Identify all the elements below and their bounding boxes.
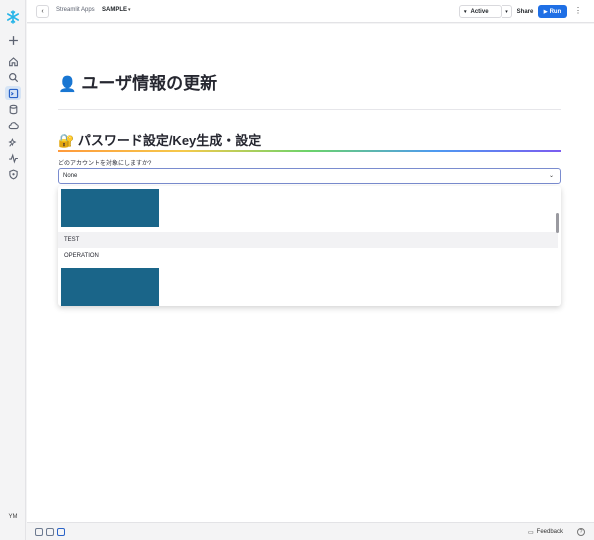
dropdown-scrollbar[interactable]	[556, 213, 559, 233]
chevron-down-icon: ⌄	[548, 173, 554, 179]
comment-icon: ▭	[528, 529, 534, 536]
panel-right-icon[interactable]	[57, 528, 65, 536]
page-title-text: ユーザ情報の更新	[81, 74, 218, 93]
chevron-down-icon: ▾	[505, 8, 508, 15]
snowflake-icon[interactable]	[6, 10, 20, 24]
chevron-left-icon: ‹	[41, 8, 44, 15]
divider	[58, 109, 561, 110]
breadcrumb-parent[interactable]: Streamlit Apps	[56, 7, 95, 13]
dropdown-option-test[interactable]: TEST	[58, 232, 558, 248]
rainbow-divider	[58, 150, 561, 152]
panel-left-icon[interactable]	[35, 528, 43, 536]
home-icon[interactable]	[7, 55, 19, 67]
run-button[interactable]: ▶ Run	[538, 5, 567, 18]
breadcrumb-current[interactable]: SAMPLE	[102, 7, 127, 13]
play-icon: ▶	[543, 8, 548, 15]
bottom-bar: ▭ Feedback ?	[27, 522, 594, 540]
panel-center-icon[interactable]	[46, 528, 54, 536]
shield-icon[interactable]	[7, 168, 19, 180]
account-select[interactable]: None ⌄	[58, 168, 561, 184]
main-content: 👤 ユーザ情報の更新 🔐 パスワード設定/Key生成・設定 どのアカウントを対象…	[27, 24, 594, 522]
user-avatar[interactable]: YM	[3, 514, 23, 520]
share-button[interactable]: Share	[514, 5, 536, 18]
lock-icon: 🔐	[58, 133, 75, 148]
status-dot-icon: ▾	[464, 8, 467, 15]
user-icon: 👤	[58, 76, 77, 93]
feedback-button[interactable]: ▭ Feedback	[528, 527, 563, 537]
search-icon[interactable]	[7, 71, 19, 83]
status-dropdown[interactable]: ▾ Active	[459, 5, 502, 18]
section-title: 🔐 パスワード設定/Key生成・設定	[58, 130, 261, 149]
chevron-down-icon[interactable]: ▾	[128, 7, 131, 13]
plus-icon[interactable]	[7, 34, 19, 46]
redacted-option[interactable]	[61, 268, 159, 306]
status-label: Active	[470, 8, 489, 15]
top-bar: ‹ Streamlit Apps SAMPLE ▾ ▾ Active ▾ Sha…	[27, 0, 594, 23]
account-dropdown-list[interactable]: TEST OPERATION	[58, 186, 561, 306]
left-sidebar: YM	[0, 0, 26, 540]
account-select-label: どのアカウントを対象にしますか?	[58, 161, 152, 167]
redacted-option[interactable]	[61, 189, 159, 227]
data-icon[interactable]	[7, 103, 19, 115]
section-title-text: パスワード設定/Key生成・設定	[77, 133, 262, 148]
ai-icon[interactable]	[7, 136, 19, 148]
cloud-icon[interactable]	[7, 119, 19, 131]
dropdown-option-operation[interactable]: OPERATION	[58, 248, 558, 264]
more-options-icon[interactable]: ⋮	[574, 6, 582, 15]
status-caret-button[interactable]: ▾	[502, 5, 512, 18]
account-select-value: None	[63, 173, 78, 179]
feedback-label: Feedback	[536, 529, 564, 535]
back-button[interactable]: ‹	[36, 5, 49, 18]
activity-icon[interactable]	[7, 152, 19, 164]
projects-icon[interactable]	[5, 86, 21, 100]
help-icon[interactable]: ?	[577, 528, 585, 536]
run-label: Run	[549, 8, 562, 15]
page-title: 👤 ユーザ情報の更新	[58, 69, 217, 94]
